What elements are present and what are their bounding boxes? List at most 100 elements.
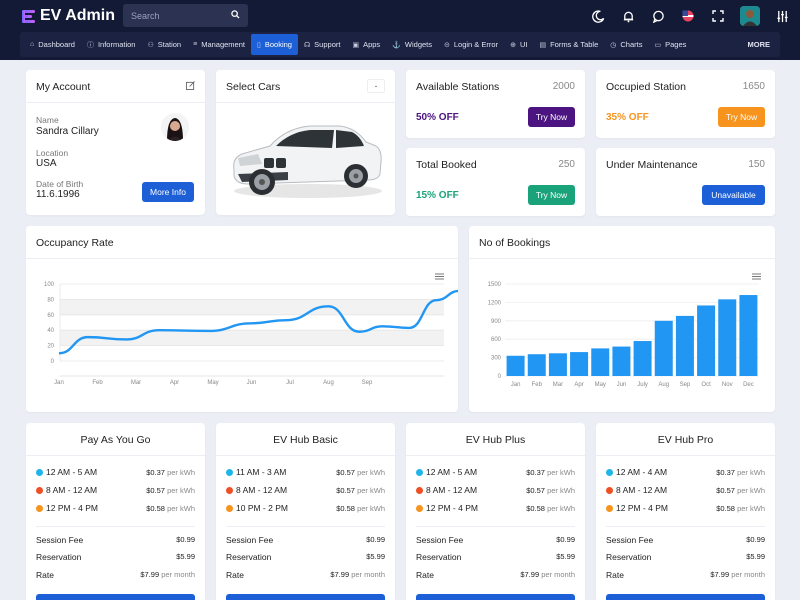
time-slot: 12 AM - 5 AM $0.37 per kWh — [36, 467, 195, 477]
fee-label: Session Fee — [226, 535, 274, 545]
location-label: Location — [36, 148, 69, 158]
select-cars-card: Select Cars - — [216, 70, 395, 215]
station-icon: ⚇ — [147, 41, 154, 49]
fee-value: $0.99 — [556, 535, 575, 544]
pages-icon: ▭ — [654, 41, 662, 49]
edit-icon[interactable] — [186, 81, 195, 92]
nav-item-widgets[interactable]: ⚓ Widgets — [386, 34, 438, 55]
slot-price: $0.58 — [336, 503, 355, 513]
offer-text: 50% OFF — [416, 112, 459, 123]
time-slot: 8 AM - 12 AM $0.57 per kWh — [416, 485, 575, 495]
time-slot: 10 PM - 2 PM $0.58 per kWh — [226, 503, 385, 513]
x-tick-label: Aug — [323, 380, 334, 386]
try-now-button[interactable]: Try Now — [528, 185, 575, 205]
slot-time: 12 AM - 4 AM — [616, 467, 668, 477]
nav-more-button[interactable]: MORE — [742, 34, 777, 55]
slot-time: 12 AM - 5 AM — [46, 467, 98, 477]
x-tick-label: Dec — [743, 382, 754, 388]
nav-item-management[interactable]: ≡ Management — [187, 34, 251, 55]
pricing-plan-card: EV Hub Pro 12 AM - 4 AM $0.37 per kWh 8 … — [596, 423, 775, 600]
fee-unit: per month — [731, 570, 765, 579]
fee-label: Session Fee — [606, 535, 654, 545]
slot-unit: per kWh — [167, 485, 195, 495]
slot-dot-icon — [36, 486, 43, 494]
slot-time: 10 PM - 2 PM — [236, 503, 288, 513]
fee-value: $7.99 — [140, 570, 160, 579]
nav-item-information[interactable]: ⓘ Information — [81, 34, 142, 55]
pricing-plan-card: Pay As You Go 12 AM - 5 AM $0.37 per kWh… — [26, 423, 205, 600]
select-plan-button[interactable] — [606, 594, 765, 600]
nav-item-forms-table[interactable]: ▤ Forms & Table — [533, 34, 604, 55]
nav-item-support[interactable]: ☊ Support — [298, 34, 347, 55]
fee-unit: per month — [541, 570, 575, 579]
select-plan-button[interactable] — [36, 594, 195, 600]
available-stations-card: Available Stations 2000 50% OFF Try Now — [406, 70, 585, 138]
try-now-button[interactable]: Try Now — [528, 107, 575, 127]
search-input[interactable] — [131, 10, 226, 21]
slot-price: $0.37 — [146, 467, 165, 477]
y-tick-label: 0 — [498, 374, 502, 380]
x-tick-label: Mar — [553, 382, 563, 388]
try-now-button[interactable]: Try Now — [718, 107, 765, 127]
chart-icon: ◷ — [610, 41, 617, 49]
nav-item-dashboard[interactable]: ⌂ Dashboard — [24, 34, 81, 55]
nav-item-label: Forms & Table — [550, 40, 599, 49]
time-slot: 11 AM - 3 AM $0.57 per kWh — [226, 467, 385, 477]
name-value: Sandra Cillary — [36, 126, 99, 137]
fee-value: $5.99 — [556, 552, 575, 561]
select-plan-button[interactable] — [416, 594, 575, 600]
select-plan-button[interactable] — [226, 594, 385, 600]
main-nav: ⌂ Dashboard ⓘ Information ⚇ Station ≡ Managemen… — [20, 32, 780, 57]
nav-item-label: Pages — [665, 40, 687, 49]
bar — [548, 353, 567, 376]
more-info-button[interactable]: More Info — [142, 182, 194, 202]
x-tick-label: Jan — [54, 380, 64, 386]
card-title: Occupancy Rate — [36, 237, 114, 249]
nav-item-apps[interactable]: ▣ Apps — [346, 34, 386, 55]
nav-item-login-error[interactable]: ⊝ Login & Error — [438, 34, 504, 55]
time-slot: 12 PM - 4 PM $0.58 per kWh — [606, 503, 765, 513]
nav-item-charts[interactable]: ◷ Charts — [604, 34, 648, 55]
booking-icon: ▯ — [256, 41, 261, 49]
lock-icon: ⊝ — [444, 41, 450, 49]
card-title: Select Cars — [226, 81, 281, 93]
chat-icon[interactable] — [650, 8, 666, 24]
nav-item-label: Apps — [363, 40, 381, 49]
nav-item-label: Login & Error — [453, 40, 499, 49]
moon-icon[interactable] — [590, 8, 606, 24]
reservation-row: Reservation $5.99 — [36, 552, 195, 562]
user-avatar[interactable] — [740, 6, 760, 26]
search-box[interactable] — [123, 4, 248, 27]
bar — [591, 348, 610, 376]
plan-title: EV Hub Plus — [465, 434, 526, 446]
nav-item-ui[interactable]: ⊕ UI — [504, 34, 533, 55]
slot-price: $0.57 — [146, 485, 165, 495]
stat-title: Available Stations — [416, 81, 500, 93]
home-icon: ⌂ — [30, 41, 35, 48]
flag-icon[interactable] — [680, 8, 696, 24]
x-tick-label: Apr — [170, 380, 179, 386]
occupancy-line-chart: 0 20 40 60 80 100 Jan Feb Mar Apr May Jun Jul Aug Sep — [44, 282, 458, 386]
bell-icon[interactable] — [620, 8, 636, 24]
nav-item-label: Support — [314, 40, 341, 49]
nav-item-booking[interactable]: ▯ Booking — [250, 34, 298, 55]
rate-row: Rate $7.99 per month — [606, 570, 765, 580]
card-title: My Account — [36, 81, 91, 93]
nav-item-station[interactable]: ⚇ Station — [141, 34, 187, 55]
slot-time: 8 AM - 12 AM — [426, 485, 478, 495]
settings-sliders-icon[interactable] — [774, 8, 790, 24]
slot-dot-icon — [606, 486, 613, 494]
nav-item-pages[interactable]: ▭ Pages — [648, 34, 692, 55]
fullscreen-icon[interactable] — [710, 8, 726, 24]
slot-dot-icon — [416, 468, 423, 476]
fee-label: Reservation — [36, 552, 82, 562]
app-logo[interactable]: EV Admin — [22, 7, 115, 25]
y-tick-label: 600 — [491, 337, 502, 343]
search-icon[interactable] — [231, 10, 240, 21]
fee-value: $5.99 — [176, 552, 195, 561]
slot-dot-icon — [226, 504, 233, 512]
nav-item-label: Charts — [620, 40, 643, 49]
unavailable-button[interactable]: Unavailable — [702, 185, 765, 205]
car-dropdown[interactable]: - — [367, 79, 385, 93]
slot-dot-icon — [36, 468, 43, 476]
